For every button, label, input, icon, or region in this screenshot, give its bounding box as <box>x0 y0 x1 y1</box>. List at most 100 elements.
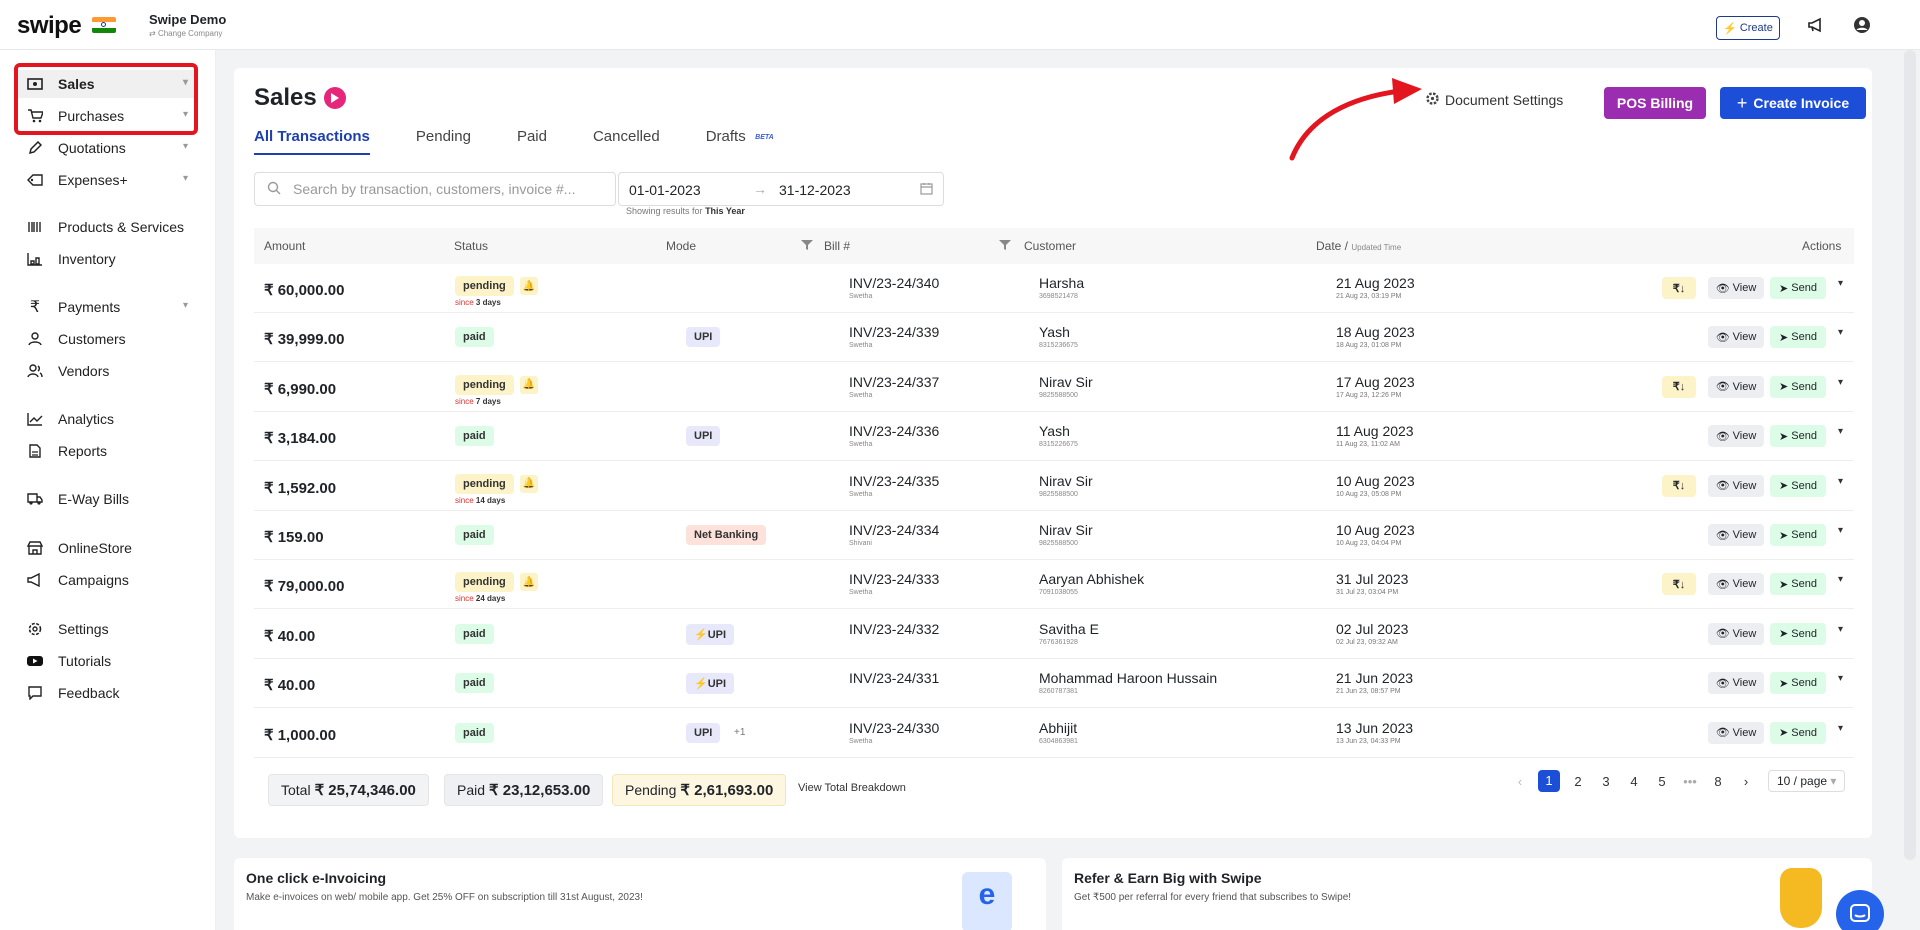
table-row[interactable]: ₹ 79,000.00 pending 🔔 since 24 days INV/23-2… <box>254 560 1854 610</box>
bell-icon[interactable]: 🔔 <box>520 277 538 295</box>
bell-icon[interactable]: 🔔 <box>520 474 538 493</box>
swipe-logo[interactable]: swipe <box>17 12 82 40</box>
view-button[interactable]: 👁 View <box>1708 277 1764 299</box>
customer-name[interactable]: Yash <box>1039 324 1070 340</box>
create-button[interactable]: ⚡ Create <box>1716 16 1780 40</box>
play-icon[interactable] <box>324 87 346 109</box>
tab-all-transactions[interactable]: All Transactions <box>254 128 370 155</box>
sidebar-item-vendors[interactable]: Vendors <box>16 357 196 385</box>
sidebar-item-products-services[interactable]: Products & Services <box>16 213 196 241</box>
customer-name[interactable]: Nirav Sir <box>1039 374 1093 390</box>
search-input[interactable] <box>293 181 593 197</box>
sidebar-item-eway-bills[interactable]: E-Way Bills <box>16 485 196 513</box>
customer-name[interactable]: Aaryan Abhishek <box>1039 571 1144 587</box>
table-row[interactable]: ₹ 1,000.00 paid UPI +1 INV/23-24/330 Swetha Ab… <box>254 709 1854 758</box>
customer-name[interactable]: Savitha E <box>1039 621 1099 637</box>
page-size-select[interactable]: 10 / page ▾ <box>1768 770 1846 792</box>
view-button[interactable]: 👁 View <box>1708 326 1764 349</box>
bill-number[interactable]: INV/23-24/340 <box>849 275 939 291</box>
send-button[interactable]: ➤ Send <box>1770 573 1826 596</box>
sidebar-item-customers[interactable]: Customers <box>16 325 196 353</box>
view-button[interactable]: 👁 View <box>1708 375 1764 398</box>
filter-icon[interactable] <box>999 240 1011 250</box>
record-payment-button[interactable]: ₹↓ <box>1662 474 1696 497</box>
send-button[interactable]: ➤ Send <box>1770 721 1826 744</box>
bill-number[interactable]: INV/23-24/335 <box>849 473 939 489</box>
tab-cancelled[interactable]: Cancelled <box>593 128 660 155</box>
chevron-down-icon[interactable]: ▾ <box>1838 426 1843 437</box>
sidebar-item-onlinestore[interactable]: OnlineStore <box>16 534 196 562</box>
page-ellipsis[interactable]: ••• <box>1676 774 1704 789</box>
megaphone-icon[interactable] <box>1804 13 1828 37</box>
tab-pending[interactable]: Pending <box>416 128 471 155</box>
chevron-down-icon[interactable]: ▾ <box>1838 624 1843 635</box>
customer-name[interactable]: Mohammad Haroon Hussain <box>1039 670 1217 686</box>
date-from[interactable]: 01-01-2023 <box>629 182 701 198</box>
bill-number[interactable]: INV/23-24/332 <box>849 621 939 637</box>
next-page-icon[interactable]: › <box>1732 774 1760 789</box>
page-5[interactable]: 5 <box>1648 774 1676 789</box>
chat-support-button[interactable] <box>1836 890 1884 930</box>
table-row[interactable]: ₹ 1,592.00 pending 🔔 since 14 days INV/23-24… <box>254 462 1854 511</box>
chevron-down-icon[interactable]: ▾ <box>1838 377 1843 388</box>
customer-name[interactable]: Nirav Sir <box>1039 522 1093 538</box>
page-3[interactable]: 3 <box>1592 774 1620 789</box>
filter-icon[interactable] <box>801 240 813 250</box>
chevron-down-icon[interactable]: ▾ <box>1838 476 1843 487</box>
bill-number[interactable]: INV/23-24/337 <box>849 374 939 390</box>
bell-icon[interactable]: 🔔 <box>520 573 538 592</box>
send-button[interactable]: ➤ Send <box>1770 425 1826 448</box>
table-row[interactable]: ₹ 39,999.00 paid UPI INV/23-24/339 Swetha Yas… <box>254 313 1854 363</box>
sidebar-item-feedback[interactable]: Feedback <box>16 679 196 707</box>
page-2[interactable]: 2 <box>1564 774 1592 789</box>
send-button[interactable]: ➤ Send <box>1770 326 1826 349</box>
table-row[interactable]: ₹ 40.00 paid ⚡UPI INV/23-24/332 Savitha E 767… <box>254 610 1854 659</box>
page-1[interactable]: 1 <box>1538 770 1560 792</box>
document-settings-button[interactable]: Document Settings <box>1426 92 1563 108</box>
date-to[interactable]: 31-12-2023 <box>779 182 851 198</box>
view-button[interactable]: 👁 View <box>1708 573 1764 596</box>
view-button[interactable]: 👁 View <box>1708 622 1764 645</box>
page-4[interactable]: 4 <box>1620 774 1648 789</box>
sidebar-item-quotations[interactable]: Quotations ▾ <box>16 134 196 162</box>
customer-name[interactable]: Harsha <box>1039 275 1084 291</box>
customer-name[interactable]: Nirav Sir <box>1039 473 1093 489</box>
view-button[interactable]: 👁 View <box>1708 474 1764 497</box>
table-row[interactable]: ₹ 159.00 paid Net Banking INV/23-24/334 Shiv… <box>254 511 1854 560</box>
view-button[interactable]: 👁 View <box>1708 524 1764 546</box>
sidebar-item-settings[interactable]: Settings <box>16 615 196 643</box>
date-range-picker[interactable]: 01-01-2023 → 31-12-2023 <box>618 172 944 206</box>
sidebar-item-analytics[interactable]: Analytics <box>16 405 196 433</box>
chevron-down-icon[interactable]: ▾ <box>1838 723 1843 734</box>
record-payment-button[interactable]: ₹↓ <box>1662 277 1696 299</box>
page-8[interactable]: 8 <box>1704 774 1732 789</box>
sidebar-item-expenses[interactable]: Expenses+ ▾ <box>16 166 196 194</box>
chevron-down-icon[interactable]: ▾ <box>1838 278 1843 289</box>
send-button[interactable]: ➤ Send <box>1770 672 1826 695</box>
view-button[interactable]: 👁 View <box>1708 672 1764 695</box>
chevron-down-icon[interactable]: ▾ <box>1838 327 1843 338</box>
record-payment-button[interactable]: ₹↓ <box>1662 573 1696 596</box>
prev-page-icon[interactable]: ‹ <box>1506 774 1534 789</box>
chevron-down-icon[interactable]: ▾ <box>1838 574 1843 585</box>
table-row[interactable]: ₹ 40.00 paid ⚡UPI INV/23-24/331 Mohammad Har… <box>254 659 1854 709</box>
bill-number[interactable]: INV/23-24/334 <box>849 522 939 538</box>
change-company-link[interactable]: Change Company <box>158 29 222 38</box>
chevron-down-icon[interactable]: ▾ <box>1838 673 1843 684</box>
table-row[interactable]: ₹ 60,000.00 pending 🔔 since 3 days INV/23-24… <box>254 264 1854 313</box>
view-button[interactable]: 👁 View <box>1708 721 1764 744</box>
table-row[interactable]: ₹ 3,184.00 paid UPI INV/23-24/336 Swetha Yash… <box>254 412 1854 462</box>
chevron-down-icon[interactable]: ▾ <box>1838 525 1843 536</box>
tab-drafts[interactable]: Drafts BETA <box>706 128 774 155</box>
tab-paid[interactable]: Paid <box>517 128 547 155</box>
bill-number[interactable]: INV/23-24/336 <box>849 423 939 439</box>
view-button[interactable]: 👁 View <box>1708 425 1764 448</box>
send-button[interactable]: ➤ Send <box>1770 474 1826 497</box>
customer-name[interactable]: Yash <box>1039 423 1070 439</box>
send-button[interactable]: ➤ Send <box>1770 375 1826 398</box>
einvoice-promo-card[interactable]: One click e-Invoicing Make e-invoices on… <box>234 858 1046 930</box>
sidebar-item-tutorials[interactable]: Tutorials <box>16 647 196 675</box>
sidebar-item-payments[interactable]: ₹ Payments ▾ <box>16 293 196 321</box>
create-invoice-button[interactable]: + Create Invoice <box>1720 87 1866 119</box>
bill-number[interactable]: INV/23-24/333 <box>849 571 939 587</box>
